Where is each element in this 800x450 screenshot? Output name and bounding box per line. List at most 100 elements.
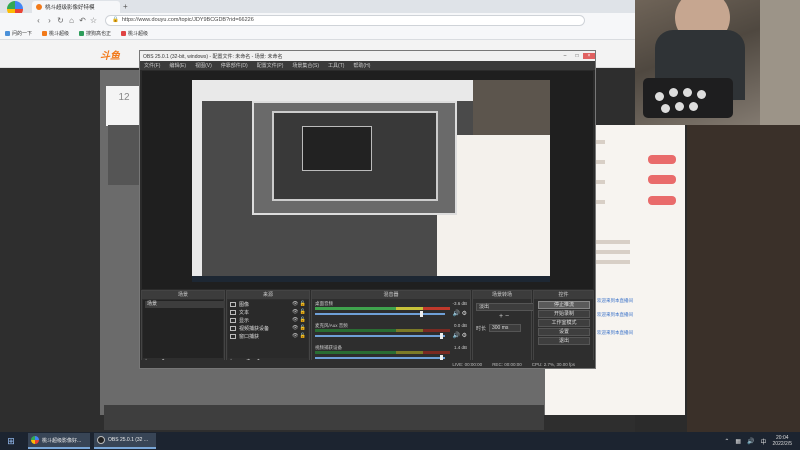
- volume-icon[interactable]: 🔊: [747, 438, 754, 445]
- menu-profile[interactable]: 配置文件(P): [257, 62, 284, 69]
- volume-slider[interactable]: [315, 313, 445, 315]
- bookmark-icon: [5, 31, 10, 36]
- browser-icon: [31, 436, 39, 444]
- exit-button[interactable]: 退出: [538, 337, 590, 345]
- follow-count-card[interactable]: 12: [106, 86, 142, 126]
- start-recording-button[interactable]: 开始录制: [538, 310, 590, 318]
- window-source-icon: [230, 333, 236, 339]
- obs-window: OBS 25.0.1 (32-bit, windows) - 配置文件: 未命名…: [139, 50, 596, 369]
- new-tab-button[interactable]: +: [123, 2, 128, 11]
- settings-button[interactable]: 设置: [538, 328, 590, 336]
- bookmark-icon: [121, 31, 127, 36]
- sources-dock: 来源 图像👁 🔓 文本👁 🔓 显示👁 🔓 视频捕获设备👁 🔓 窗口捕获👁 🔓 +…: [226, 290, 310, 368]
- menu-file[interactable]: 文件(F): [144, 62, 160, 69]
- obs-title-bar: OBS 25.0.1 (32-bit, windows) - 配置文件: 未命名…: [140, 51, 595, 61]
- image-source-icon: [230, 301, 236, 307]
- visibility-lock-icon[interactable]: 👁 🔓: [292, 309, 308, 315]
- visibility-lock-icon[interactable]: 👁 🔓: [292, 317, 308, 323]
- network-icon[interactable]: ▦: [735, 438, 741, 445]
- bookmark-icon: [79, 31, 85, 36]
- volume-slider-handle[interactable]: [420, 311, 423, 317]
- arcade-button-icon: [697, 90, 706, 99]
- windows-taskbar: ⊞ 桃斗超级影像好... OBS 25.0.1 (32 ... ⌃ ▦ 🔊 中 …: [0, 432, 800, 450]
- stop-streaming-button[interactable]: 停止推流: [538, 301, 590, 309]
- close-icon[interactable]: ×: [583, 53, 595, 59]
- menu-help[interactable]: 帮助(H): [353, 62, 370, 69]
- volume-slider-handle[interactable]: [440, 333, 443, 339]
- system-tray: ⌃ ▦ 🔊 中 20:04 2022/2/5: [724, 435, 800, 447]
- douyu-logo[interactable]: 斗鱼: [100, 47, 120, 62]
- studio-mode-button[interactable]: 工作室模式: [538, 319, 590, 327]
- bookmark-item[interactable]: 桃斗超级: [42, 30, 69, 37]
- home-icon[interactable]: ⌂: [66, 16, 77, 25]
- transition-select[interactable]: 淡出: [476, 303, 534, 311]
- bookmark-item[interactable]: 桃斗超级: [121, 30, 148, 37]
- menu-docks[interactable]: 停靠部件(D): [221, 62, 248, 69]
- bookmark-item[interactable]: 搜狗高也正: [79, 30, 111, 37]
- input-method-icon[interactable]: 中: [761, 437, 767, 446]
- duration-input[interactable]: 300 ms: [489, 324, 521, 332]
- sources-list: 图像 👁 🔓 文本 👁 🔓 显示 👁 🔓 视频捕获设备 👁 🔓 窗口捕获 👁 🔓: [228, 300, 308, 358]
- minimize-icon[interactable]: –: [559, 53, 571, 59]
- bookmark-item[interactable]: 问的一下: [5, 30, 32, 37]
- tray-arrow-icon[interactable]: ⌃: [724, 438, 729, 445]
- menu-edit[interactable]: 编辑(E): [169, 62, 186, 69]
- arcade-button-icon: [655, 92, 664, 101]
- scene-item[interactable]: 场景: [145, 301, 225, 308]
- follow-count: 12: [118, 92, 130, 103]
- source-item[interactable]: 文本 👁 🔓: [228, 308, 308, 316]
- visibility-lock-icon[interactable]: 👁 🔓: [292, 301, 308, 307]
- back-icon[interactable]: ‹: [33, 16, 44, 25]
- maximize-icon[interactable]: □: [571, 53, 583, 59]
- undo-icon[interactable]: ↶: [77, 16, 88, 25]
- scenes-dock: 场景 场景 + − ⌃ ⌄: [141, 290, 225, 368]
- volume-slider[interactable]: [315, 335, 445, 337]
- follow-pill-button[interactable]: [648, 175, 676, 184]
- menu-tools[interactable]: 工具(T): [328, 62, 344, 69]
- volume-slider[interactable]: [315, 357, 445, 359]
- audio-meter: [315, 307, 450, 310]
- follow-pill-button[interactable]: [648, 196, 676, 205]
- add-remove-icons[interactable]: + −: [499, 313, 509, 320]
- browser-tab-strip: 云朵截屏 桃斗超级影像好特模 +: [0, 0, 635, 22]
- obs-preview[interactable]: [142, 71, 593, 289]
- speaker-gear-icon[interactable]: 🔊 ⚙: [452, 332, 467, 339]
- forward-icon[interactable]: ›: [44, 16, 55, 25]
- visibility-lock-icon[interactable]: 👁 🔓: [292, 325, 308, 331]
- taskbar-obs-item[interactable]: OBS 25.0.1 (32 ...: [94, 433, 156, 449]
- chat-welcome-link[interactable]: 欢迎来到本直播间: [597, 298, 633, 304]
- tab-title: 桃斗超级影像好特模: [45, 5, 95, 11]
- visibility-lock-icon[interactable]: 👁 🔓: [292, 333, 308, 339]
- cpu-fps: CPU: 2.7%, 30.00 fps: [531, 361, 575, 367]
- reload-icon[interactable]: ↻: [55, 16, 66, 25]
- scenes-header: 场景: [142, 291, 224, 299]
- mixer-header: 混音器: [312, 291, 470, 299]
- speaker-gear-icon[interactable]: 🔊 ⚙: [452, 310, 467, 317]
- bookmark-star-icon[interactable]: ☆: [88, 16, 99, 25]
- source-item[interactable]: 显示 👁 🔓: [228, 316, 308, 324]
- source-item[interactable]: 图像 👁 🔓: [228, 300, 308, 308]
- clock[interactable]: 20:04 2022/2/5: [773, 435, 792, 447]
- audio-meter: [315, 329, 450, 332]
- chat-welcome-link[interactable]: 欢迎来到本直播间: [597, 330, 633, 336]
- menu-scene-collection[interactable]: 场景集合(S): [292, 62, 319, 69]
- sources-header: 来源: [227, 291, 309, 299]
- preview-nested-obs-innermost: [302, 126, 372, 171]
- side-thumbnail[interactable]: [108, 125, 142, 185]
- menu-view[interactable]: 视图(V): [195, 62, 212, 69]
- follow-pill-button[interactable]: [648, 155, 676, 164]
- windows-start-icon[interactable]: ⊞: [0, 432, 22, 450]
- arcade-stick: [643, 78, 733, 118]
- obs-title: OBS 25.0.1 (32-bit, windows) - 配置文件: 未命名…: [143, 53, 283, 60]
- live-time: LIVE: 00:00:00: [452, 361, 483, 367]
- preview-webcam: [473, 80, 550, 135]
- webcam-background: [760, 0, 800, 125]
- address-bar[interactable]: 🔒 https://www.douyu.com/topic/JDY9BCGDB?…: [105, 15, 585, 26]
- source-item[interactable]: 窗口捕获 👁 🔓: [228, 332, 308, 340]
- source-item[interactable]: 视频捕获设备 👁 🔓: [228, 324, 308, 332]
- taskbar-browser-item[interactable]: 桃斗超级影像好...: [28, 433, 90, 449]
- browser-tab-active[interactable]: 桃斗超级影像好特模: [32, 1, 120, 13]
- address-url: https://www.douyu.com/topic/JDY9BCGDB?ri…: [121, 17, 254, 23]
- chat-welcome-link[interactable]: 欢迎来到本直播间: [597, 312, 633, 318]
- douyu-favicon-icon: [36, 4, 42, 10]
